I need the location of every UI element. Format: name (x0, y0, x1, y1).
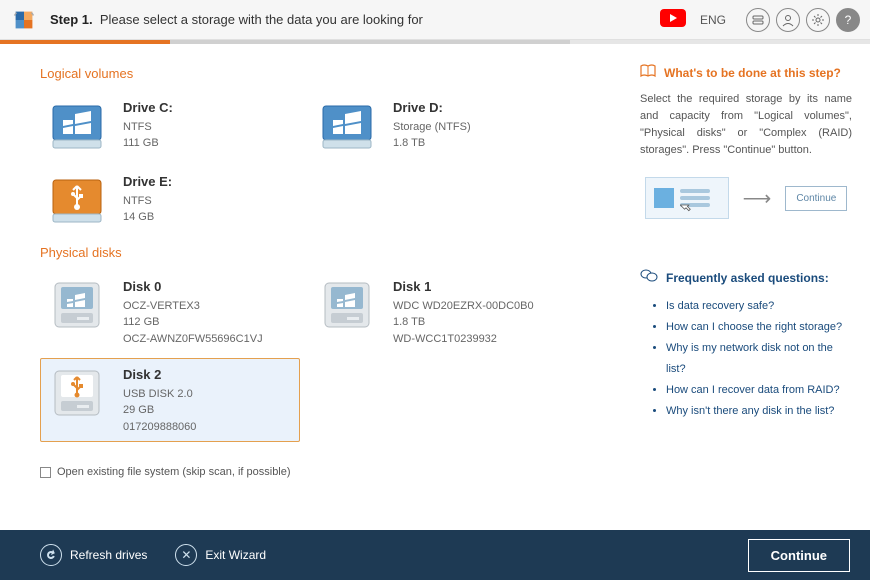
youtube-icon[interactable] (660, 9, 686, 30)
card-sub: NTFS (123, 193, 172, 210)
card-sub: WD-WCC1T0239932 (393, 331, 534, 348)
card-sub: 29 GB (123, 402, 196, 419)
physical-disks-heading: Physical disks (40, 245, 610, 260)
card-title: Drive D: (393, 98, 471, 118)
physical-card-1[interactable]: Disk 1WDC WD20EZRX-00DC0B01.8 TBWD-WCC1T… (310, 270, 570, 354)
card-body: Disk 1WDC WD20EZRX-00DC0B01.8 TBWD-WCC1T… (377, 277, 534, 347)
faq-item-0[interactable]: Is data recovery safe? (666, 296, 852, 317)
logical-card-1[interactable]: Drive D:Storage (NTFS)1.8 TB (310, 91, 570, 161)
hdd-win-icon (317, 277, 377, 333)
faq-item-3[interactable]: How can I recover data from RAID? (666, 380, 852, 401)
step-instruction: Please select a storage with the data yo… (100, 12, 423, 27)
logical-card-2[interactable]: Drive E:NTFS14 GB (40, 165, 300, 235)
footer-bar: Refresh drives ✕ Exit Wizard Continue (0, 530, 870, 580)
info-title: What's to be done at this step? (664, 66, 841, 80)
checkbox-label: Open existing file system (skip scan, if… (57, 466, 291, 478)
card-sub: 1.8 TB (393, 314, 534, 331)
exit-label: Exit Wizard (205, 548, 266, 562)
user-icon[interactable] (776, 8, 800, 32)
continue-button[interactable]: Continue (748, 539, 850, 572)
card-body: Disk 2USB DISK 2.029 GB017209888060 (107, 365, 196, 435)
illus-storage-card (645, 177, 729, 219)
logical-volumes-heading: Logical volumes (40, 66, 610, 81)
card-title: Disk 1 (393, 277, 534, 297)
card-sub: Storage (NTFS) (393, 119, 471, 136)
card-title: Disk 2 (123, 365, 196, 385)
card-sub: USB DISK 2.0 (123, 386, 196, 403)
card-body: Disk 0OCZ-VERTEX3112 GBOCZ-AWNZ0FW55696C… (107, 277, 263, 347)
faq-icon (640, 269, 658, 286)
storage-panel: Logical volumes Drive C:NTFS111 GBDrive … (0, 44, 620, 530)
faq-list: Is data recovery safe?How can I choose t… (640, 296, 852, 421)
card-sub: OCZ-VERTEX3 (123, 298, 263, 315)
card-sub: 1.8 TB (393, 135, 471, 152)
card-sub: 112 GB (123, 314, 263, 331)
step-number: Step 1. (50, 12, 93, 27)
card-title: Drive C: (123, 98, 173, 118)
app-logo-icon (10, 6, 38, 34)
faq-heading: Frequently asked questions: (640, 269, 852, 286)
card-title: Drive E: (123, 172, 172, 192)
faq-title: Frequently asked questions: (666, 271, 829, 285)
card-body: Drive C:NTFS111 GB (107, 98, 173, 152)
refresh-label: Refresh drives (70, 548, 147, 562)
disk-manager-icon[interactable] (746, 8, 770, 32)
book-icon (640, 64, 656, 81)
card-sub: 111 GB (123, 135, 173, 152)
open-existing-fs-checkbox[interactable]: Open existing file system (skip scan, if… (40, 466, 610, 478)
win-blue-icon (47, 98, 107, 154)
hdd-usb-icon (47, 365, 107, 421)
info-heading: What's to be done at this step? (640, 64, 852, 81)
faq-item-4[interactable]: Why isn't there any disk in the list? (666, 401, 852, 422)
card-body: Drive E:NTFS14 GB (107, 172, 172, 226)
faq-item-2[interactable]: Why is my network disk not on the list? (666, 338, 852, 380)
gear-icon[interactable] (806, 8, 830, 32)
physical-card-0[interactable]: Disk 0OCZ-VERTEX3112 GBOCZ-AWNZ0FW55696C… (40, 270, 300, 354)
refresh-icon (40, 544, 62, 566)
arrow-right-icon: ⟶ (743, 186, 772, 211)
usb-orange-icon (47, 172, 107, 228)
checkbox-icon (40, 467, 51, 478)
refresh-drives-button[interactable]: Refresh drives (40, 544, 147, 566)
card-sub: NTFS (123, 119, 173, 136)
card-sub: 017209888060 (123, 419, 196, 436)
win-blue-icon (317, 98, 377, 154)
physical-card-2[interactable]: Disk 2USB DISK 2.029 GB017209888060 (40, 358, 300, 442)
card-body: Drive D:Storage (NTFS)1.8 TB (377, 98, 471, 152)
close-icon: ✕ (175, 544, 197, 566)
info-illustration: ⟶ Continue (640, 177, 852, 219)
logical-card-0[interactable]: Drive C:NTFS111 GB (40, 91, 300, 161)
card-sub: OCZ-AWNZ0FW55696C1VJ (123, 331, 263, 348)
illus-continue-button: Continue (785, 186, 847, 211)
header-bar: Step 1. Please select a storage with the… (0, 0, 870, 40)
info-body: Select the required storage by its name … (640, 91, 852, 159)
exit-wizard-button[interactable]: ✕ Exit Wizard (175, 544, 266, 566)
help-icon[interactable]: ? (836, 8, 860, 32)
card-sub: 14 GB (123, 209, 172, 226)
step-title: Step 1. Please select a storage with the… (50, 12, 423, 27)
info-panel: What's to be done at this step? Select t… (620, 44, 870, 530)
card-title: Disk 0 (123, 277, 263, 297)
faq-item-1[interactable]: How can I choose the right storage? (666, 317, 852, 338)
hdd-win-icon (47, 277, 107, 333)
card-sub: WDC WD20EZRX-00DC0B0 (393, 298, 534, 315)
language-selector[interactable]: ENG (700, 13, 726, 27)
